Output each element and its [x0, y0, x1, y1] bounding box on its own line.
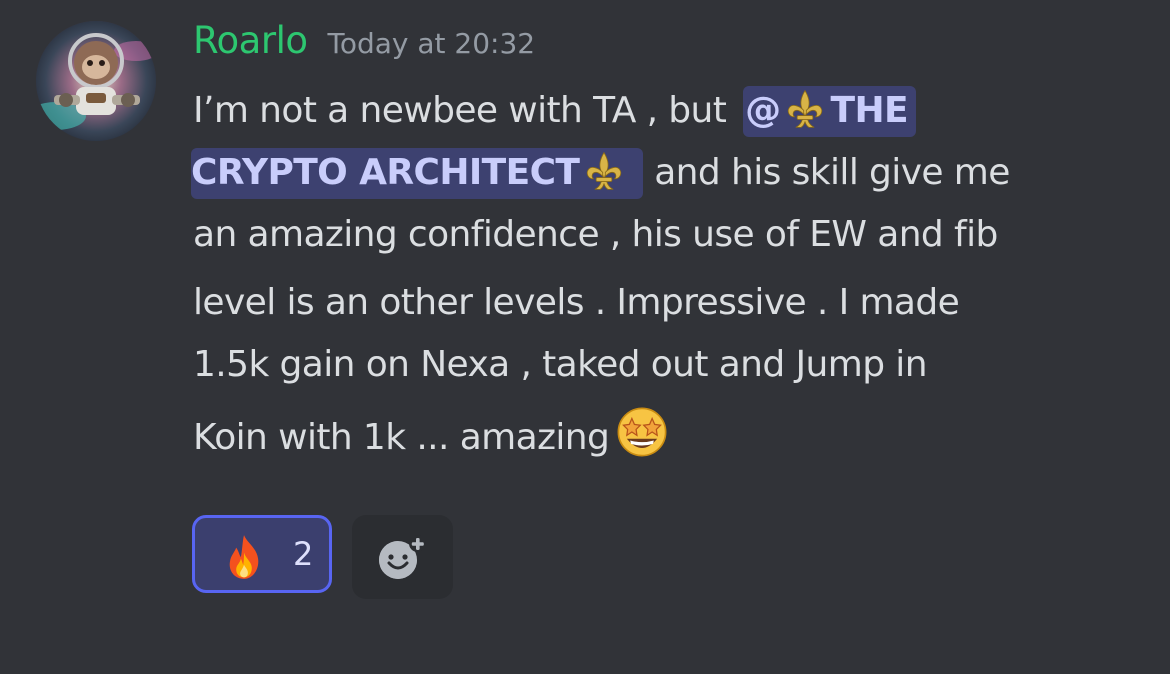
fire-emoji-icon	[229, 535, 259, 579]
message-timestamp: Today at 20:32	[327, 27, 536, 60]
mention-text: THE	[830, 90, 908, 131]
user-mention[interactable]: @ THE	[743, 86, 916, 137]
username[interactable]: Roarlo	[193, 19, 308, 62]
fleur-de-lis-icon	[587, 151, 622, 190]
astronaut-monkey-avatar-icon	[36, 21, 156, 141]
star-struck-emoji-icon	[617, 407, 667, 457]
message-line: CRYPTO ARCHITECT and his skill give me	[191, 142, 1153, 204]
message-line: Koin with 1k ... amazing	[193, 400, 1153, 472]
message-text: and his skill give me	[643, 152, 1010, 193]
message-content: I’m not a newbee with TA , but @ THE CRYP…	[191, 80, 1153, 472]
message-text: an amazing confidence , his use of EW an…	[193, 214, 998, 255]
fire-reaction-button[interactable]: 2	[192, 515, 332, 593]
message-line: I’m not a newbee with TA , but @ THE	[193, 80, 1153, 142]
add-reaction-button[interactable]	[352, 515, 453, 599]
message-text: I’m not a newbee with TA , but	[193, 90, 738, 131]
message-text: 1.5k gain on Nexa , taked out and Jump i…	[193, 344, 928, 385]
fleur-de-lis-icon	[788, 89, 823, 128]
message-line: level is an other levels . Impressive . …	[193, 272, 1153, 334]
mention-prefix: @	[745, 90, 781, 131]
message-header: Roarlo Today at 20:32	[193, 19, 535, 69]
message-text: Koin with 1k ... amazing	[193, 417, 610, 458]
chat-message: Roarlo Today at 20:32 I’m not a newbee wi…	[0, 0, 1170, 674]
message-text: level is an other levels . Impressive . …	[193, 282, 960, 323]
mention-text: CRYPTO ARCHITECT	[191, 152, 580, 193]
add-reaction-icon	[379, 535, 426, 579]
message-line: an amazing confidence , his use of EW an…	[193, 204, 1153, 266]
user-avatar[interactable]	[36, 21, 156, 141]
message-line: 1.5k gain on Nexa , taked out and Jump i…	[193, 334, 1153, 396]
reaction-count: 2	[293, 535, 314, 573]
user-mention[interactable]: CRYPTO ARCHITECT	[191, 148, 644, 199]
